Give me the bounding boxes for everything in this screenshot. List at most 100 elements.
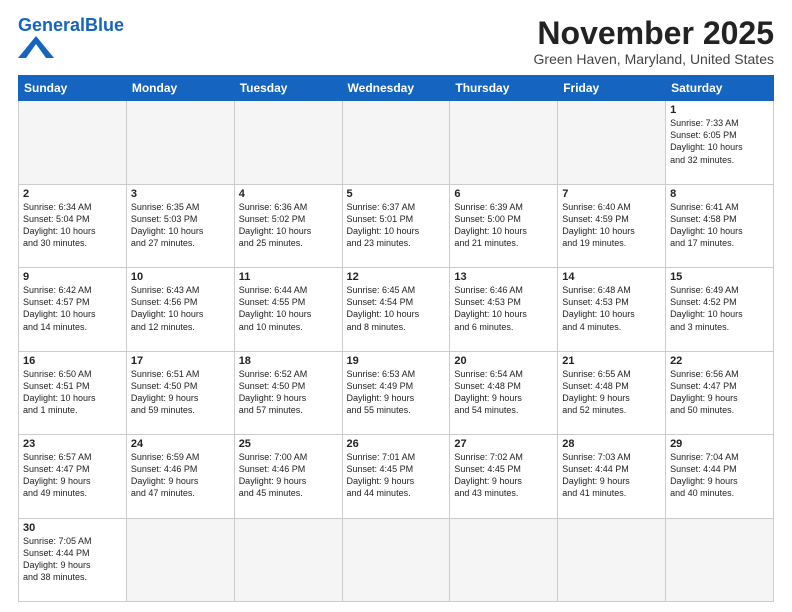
day-info: Sunrise: 6:56 AM Sunset: 4:47 PM Dayligh… bbox=[670, 368, 769, 417]
day-number: 3 bbox=[131, 188, 230, 200]
calendar-cell: 27Sunrise: 7:02 AM Sunset: 4:45 PM Dayli… bbox=[450, 435, 558, 518]
day-number: 25 bbox=[239, 438, 338, 450]
day-info: Sunrise: 6:36 AM Sunset: 5:02 PM Dayligh… bbox=[239, 201, 338, 250]
calendar-cell: 18Sunrise: 6:52 AM Sunset: 4:50 PM Dayli… bbox=[234, 351, 342, 434]
day-number: 19 bbox=[347, 355, 446, 367]
logo-blue: Blue bbox=[85, 15, 124, 35]
weekday-header-thursday: Thursday bbox=[450, 76, 558, 101]
day-number: 23 bbox=[23, 438, 122, 450]
week-row-4: 16Sunrise: 6:50 AM Sunset: 4:51 PM Dayli… bbox=[19, 351, 774, 434]
weekday-header-tuesday: Tuesday bbox=[234, 76, 342, 101]
calendar-cell bbox=[126, 518, 234, 601]
day-number: 11 bbox=[239, 271, 338, 283]
calendar-cell: 17Sunrise: 6:51 AM Sunset: 4:50 PM Dayli… bbox=[126, 351, 234, 434]
weekday-header-wednesday: Wednesday bbox=[342, 76, 450, 101]
day-number: 2 bbox=[23, 188, 122, 200]
weekday-header-friday: Friday bbox=[558, 76, 666, 101]
day-info: Sunrise: 6:48 AM Sunset: 4:53 PM Dayligh… bbox=[562, 284, 661, 333]
logo-text: GeneralBlue bbox=[18, 16, 124, 34]
day-info: Sunrise: 6:59 AM Sunset: 4:46 PM Dayligh… bbox=[131, 451, 230, 500]
day-number: 6 bbox=[454, 188, 553, 200]
calendar-cell: 8Sunrise: 6:41 AM Sunset: 4:58 PM Daylig… bbox=[666, 184, 774, 267]
calendar-cell bbox=[558, 518, 666, 601]
day-number: 26 bbox=[347, 438, 446, 450]
weekday-header-monday: Monday bbox=[126, 76, 234, 101]
weekday-header-saturday: Saturday bbox=[666, 76, 774, 101]
week-row-5: 23Sunrise: 6:57 AM Sunset: 4:47 PM Dayli… bbox=[19, 435, 774, 518]
calendar-cell: 1Sunrise: 7:33 AM Sunset: 6:05 PM Daylig… bbox=[666, 101, 774, 184]
calendar-cell: 2Sunrise: 6:34 AM Sunset: 5:04 PM Daylig… bbox=[19, 184, 127, 267]
day-info: Sunrise: 7:02 AM Sunset: 4:45 PM Dayligh… bbox=[454, 451, 553, 500]
subtitle: Green Haven, Maryland, United States bbox=[534, 51, 774, 67]
day-info: Sunrise: 6:41 AM Sunset: 4:58 PM Dayligh… bbox=[670, 201, 769, 250]
day-number: 8 bbox=[670, 188, 769, 200]
calendar-cell: 10Sunrise: 6:43 AM Sunset: 4:56 PM Dayli… bbox=[126, 268, 234, 351]
calendar-cell: 12Sunrise: 6:45 AM Sunset: 4:54 PM Dayli… bbox=[342, 268, 450, 351]
calendar-cell: 28Sunrise: 7:03 AM Sunset: 4:44 PM Dayli… bbox=[558, 435, 666, 518]
calendar-cell bbox=[126, 101, 234, 184]
calendar-cell: 21Sunrise: 6:55 AM Sunset: 4:48 PM Dayli… bbox=[558, 351, 666, 434]
day-info: Sunrise: 6:37 AM Sunset: 5:01 PM Dayligh… bbox=[347, 201, 446, 250]
calendar-cell bbox=[450, 101, 558, 184]
day-number: 5 bbox=[347, 188, 446, 200]
calendar-cell: 23Sunrise: 6:57 AM Sunset: 4:47 PM Dayli… bbox=[19, 435, 127, 518]
month-title: November 2025 bbox=[534, 16, 774, 51]
calendar-cell: 9Sunrise: 6:42 AM Sunset: 4:57 PM Daylig… bbox=[19, 268, 127, 351]
day-number: 4 bbox=[239, 188, 338, 200]
calendar-cell: 11Sunrise: 6:44 AM Sunset: 4:55 PM Dayli… bbox=[234, 268, 342, 351]
day-info: Sunrise: 6:35 AM Sunset: 5:03 PM Dayligh… bbox=[131, 201, 230, 250]
calendar-cell: 14Sunrise: 6:48 AM Sunset: 4:53 PM Dayli… bbox=[558, 268, 666, 351]
logo: GeneralBlue bbox=[18, 16, 124, 58]
day-info: Sunrise: 6:54 AM Sunset: 4:48 PM Dayligh… bbox=[454, 368, 553, 417]
day-number: 30 bbox=[23, 522, 122, 534]
day-number: 10 bbox=[131, 271, 230, 283]
day-info: Sunrise: 6:42 AM Sunset: 4:57 PM Dayligh… bbox=[23, 284, 122, 333]
day-info: Sunrise: 6:57 AM Sunset: 4:47 PM Dayligh… bbox=[23, 451, 122, 500]
day-number: 14 bbox=[562, 271, 661, 283]
day-number: 9 bbox=[23, 271, 122, 283]
calendar-table: SundayMondayTuesdayWednesdayThursdayFrid… bbox=[18, 75, 774, 602]
day-info: Sunrise: 7:05 AM Sunset: 4:44 PM Dayligh… bbox=[23, 535, 122, 584]
day-info: Sunrise: 6:46 AM Sunset: 4:53 PM Dayligh… bbox=[454, 284, 553, 333]
calendar-cell: 15Sunrise: 6:49 AM Sunset: 4:52 PM Dayli… bbox=[666, 268, 774, 351]
page: GeneralBlue November 2025 Green Haven, M… bbox=[0, 0, 792, 612]
day-info: Sunrise: 6:52 AM Sunset: 4:50 PM Dayligh… bbox=[239, 368, 338, 417]
day-info: Sunrise: 7:01 AM Sunset: 4:45 PM Dayligh… bbox=[347, 451, 446, 500]
calendar-cell: 22Sunrise: 6:56 AM Sunset: 4:47 PM Dayli… bbox=[666, 351, 774, 434]
day-number: 12 bbox=[347, 271, 446, 283]
day-info: Sunrise: 7:03 AM Sunset: 4:44 PM Dayligh… bbox=[562, 451, 661, 500]
day-info: Sunrise: 6:40 AM Sunset: 4:59 PM Dayligh… bbox=[562, 201, 661, 250]
calendar-cell: 20Sunrise: 6:54 AM Sunset: 4:48 PM Dayli… bbox=[450, 351, 558, 434]
day-number: 7 bbox=[562, 188, 661, 200]
day-info: Sunrise: 6:45 AM Sunset: 4:54 PM Dayligh… bbox=[347, 284, 446, 333]
day-info: Sunrise: 6:53 AM Sunset: 4:49 PM Dayligh… bbox=[347, 368, 446, 417]
calendar-header: SundayMondayTuesdayWednesdayThursdayFrid… bbox=[19, 76, 774, 101]
calendar-cell bbox=[234, 518, 342, 601]
week-row-2: 2Sunrise: 6:34 AM Sunset: 5:04 PM Daylig… bbox=[19, 184, 774, 267]
calendar-cell bbox=[558, 101, 666, 184]
day-info: Sunrise: 6:51 AM Sunset: 4:50 PM Dayligh… bbox=[131, 368, 230, 417]
day-info: Sunrise: 6:39 AM Sunset: 5:00 PM Dayligh… bbox=[454, 201, 553, 250]
calendar-cell: 25Sunrise: 7:00 AM Sunset: 4:46 PM Dayli… bbox=[234, 435, 342, 518]
day-number: 13 bbox=[454, 271, 553, 283]
title-block: November 2025 Green Haven, Maryland, Uni… bbox=[534, 16, 774, 67]
day-number: 16 bbox=[23, 355, 122, 367]
day-number: 17 bbox=[131, 355, 230, 367]
calendar-cell: 26Sunrise: 7:01 AM Sunset: 4:45 PM Dayli… bbox=[342, 435, 450, 518]
logo-icon bbox=[18, 36, 54, 58]
calendar-cell bbox=[19, 101, 127, 184]
day-number: 1 bbox=[670, 104, 769, 116]
day-info: Sunrise: 6:44 AM Sunset: 4:55 PM Dayligh… bbox=[239, 284, 338, 333]
calendar-body: 1Sunrise: 7:33 AM Sunset: 6:05 PM Daylig… bbox=[19, 101, 774, 602]
calendar-cell: 4Sunrise: 6:36 AM Sunset: 5:02 PM Daylig… bbox=[234, 184, 342, 267]
day-number: 27 bbox=[454, 438, 553, 450]
calendar-cell bbox=[450, 518, 558, 601]
day-number: 24 bbox=[131, 438, 230, 450]
day-info: Sunrise: 7:04 AM Sunset: 4:44 PM Dayligh… bbox=[670, 451, 769, 500]
day-info: Sunrise: 6:50 AM Sunset: 4:51 PM Dayligh… bbox=[23, 368, 122, 417]
day-info: Sunrise: 6:55 AM Sunset: 4:48 PM Dayligh… bbox=[562, 368, 661, 417]
day-info: Sunrise: 6:34 AM Sunset: 5:04 PM Dayligh… bbox=[23, 201, 122, 250]
week-row-1: 1Sunrise: 7:33 AM Sunset: 6:05 PM Daylig… bbox=[19, 101, 774, 184]
calendar-cell: 6Sunrise: 6:39 AM Sunset: 5:00 PM Daylig… bbox=[450, 184, 558, 267]
logo-general: General bbox=[18, 15, 85, 35]
